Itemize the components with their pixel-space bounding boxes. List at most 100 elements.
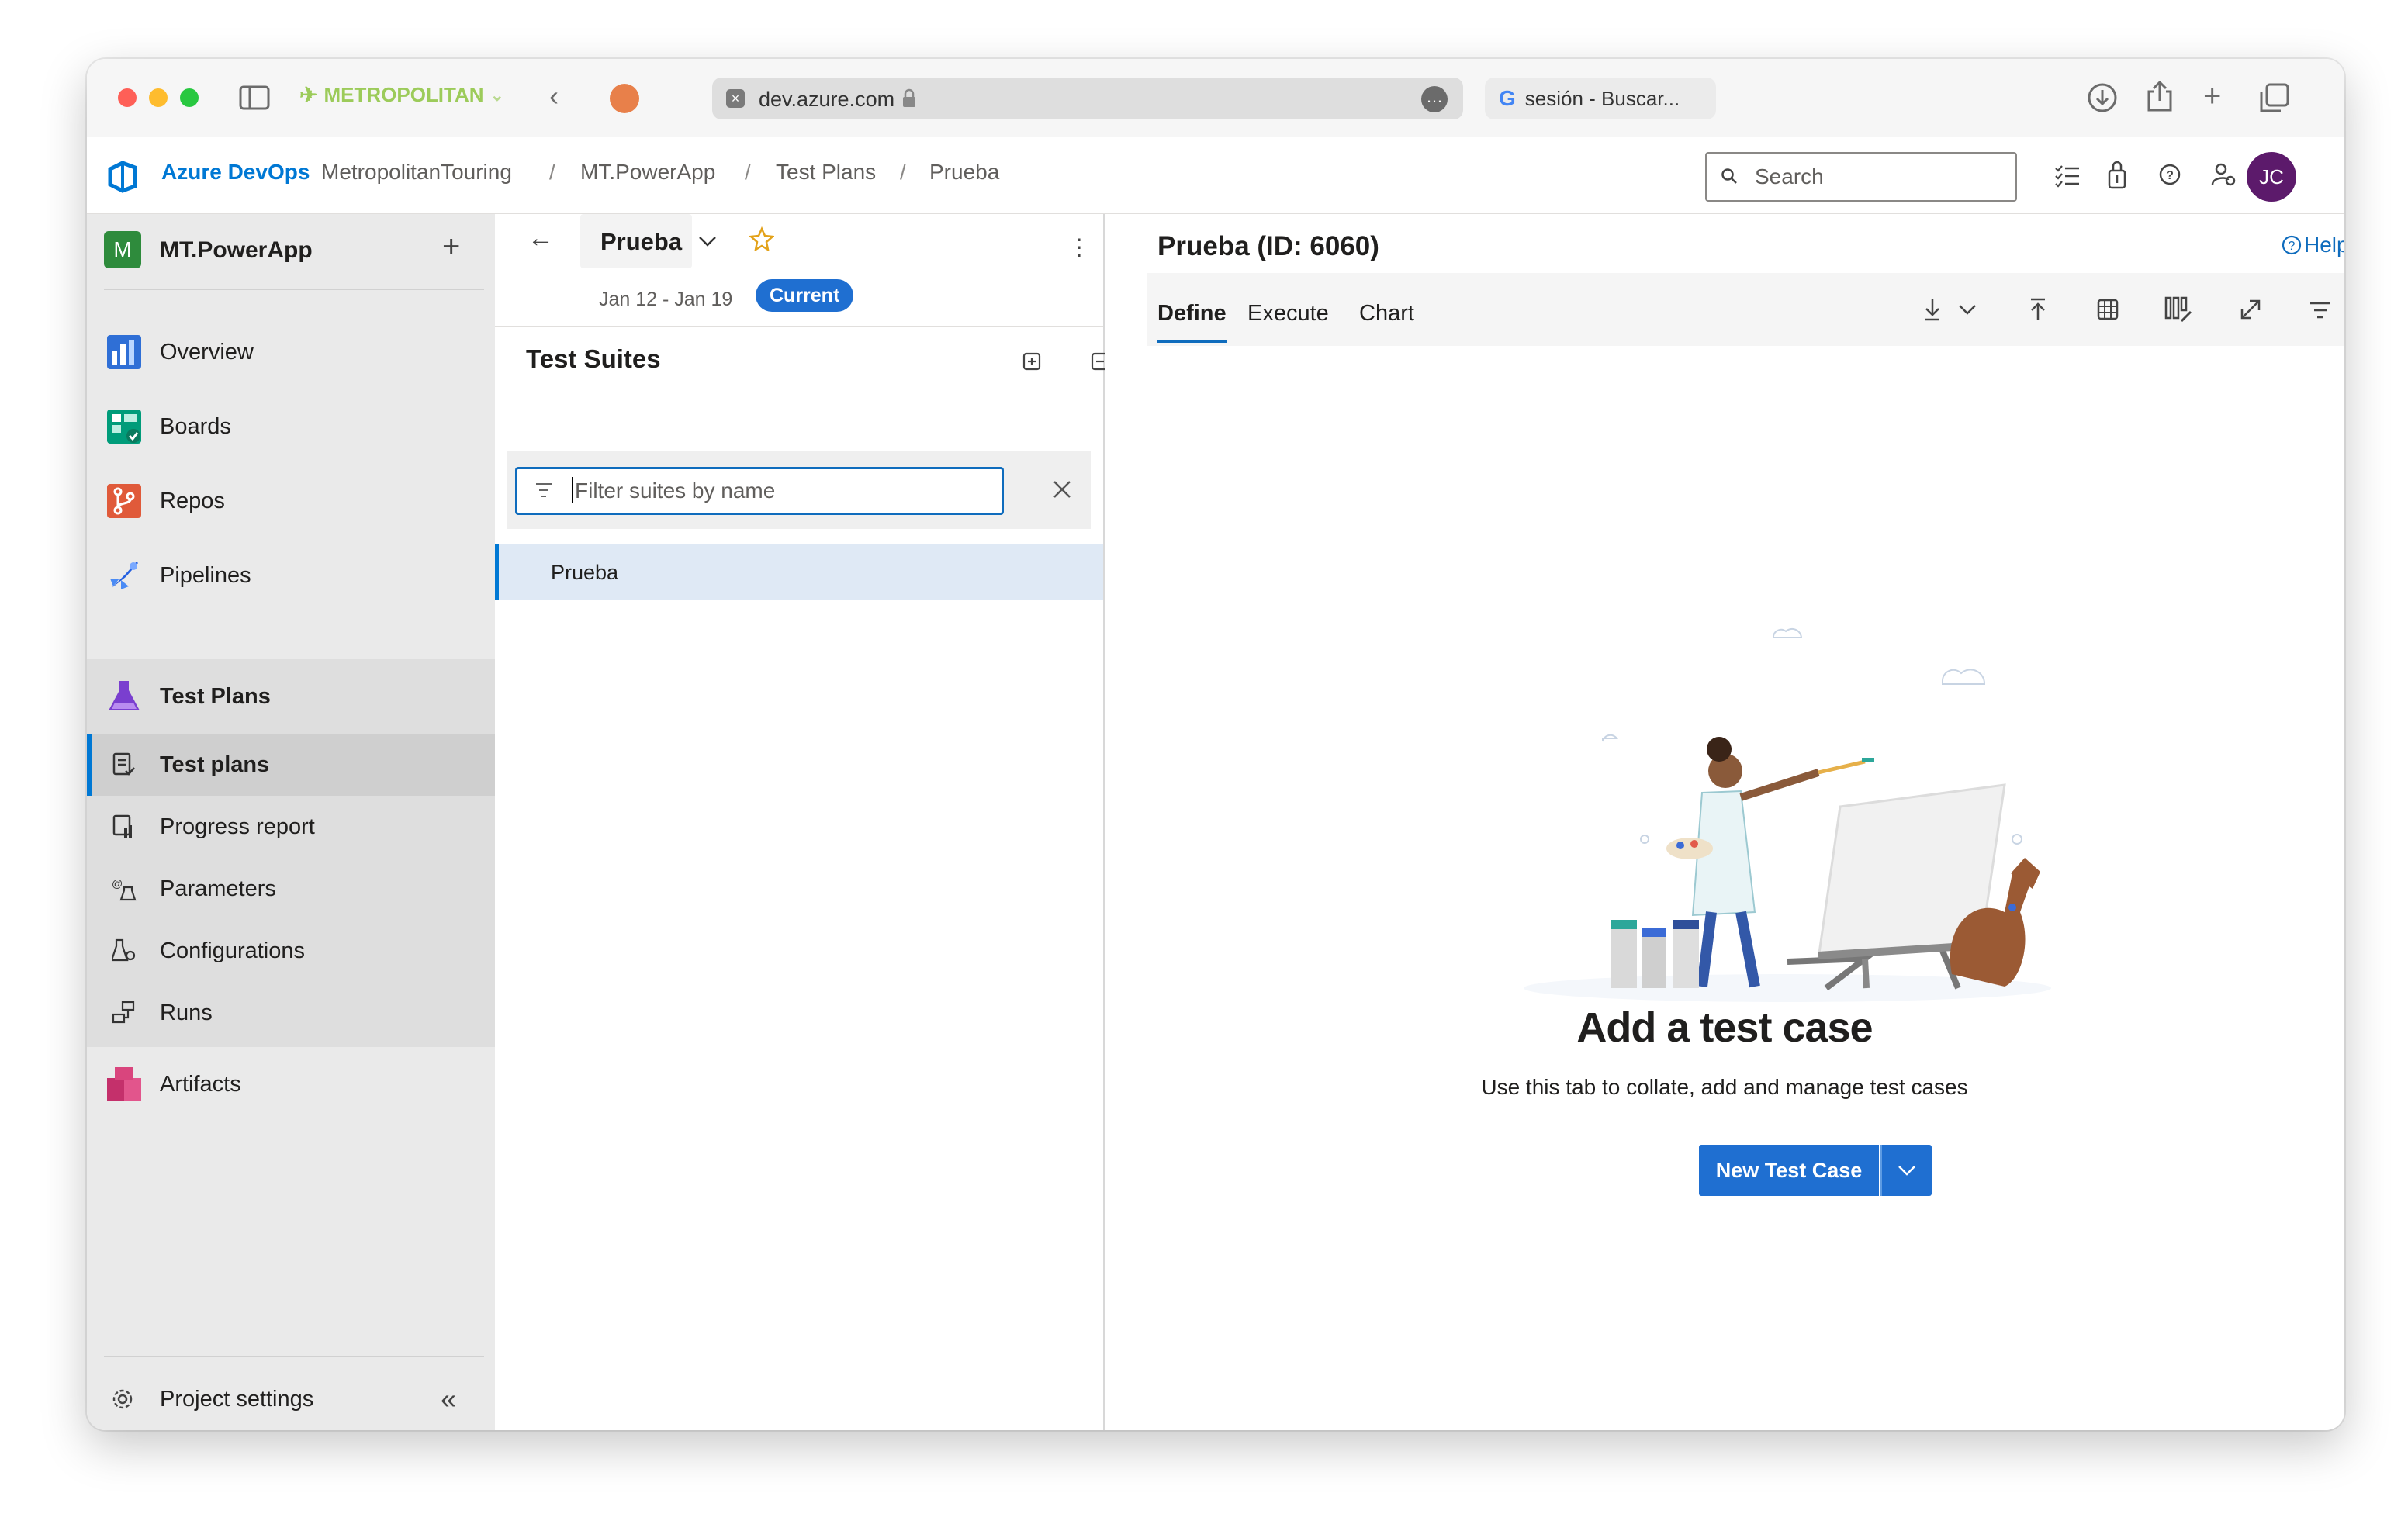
column-options-icon[interactable] <box>2164 296 2192 323</box>
breadcrumb-plan[interactable]: Prueba <box>929 160 999 185</box>
add-icon[interactable]: + <box>442 230 460 264</box>
chevron-down-icon <box>699 237 716 247</box>
tab-define[interactable]: Define <box>1157 301 1226 327</box>
avatar[interactable]: JC <box>2247 152 2296 202</box>
search-input[interactable]: Search <box>1705 152 2017 202</box>
tab-execute[interactable]: Execute <box>1247 301 1329 327</box>
active-tab-underline <box>1157 340 1227 343</box>
user-settings-icon[interactable] <box>2211 161 2237 188</box>
extension-icon[interactable] <box>610 84 639 113</box>
filter-icon <box>536 483 552 497</box>
grid-view-icon[interactable] <box>2096 298 2119 321</box>
browser-tab[interactable]: G sesión - Buscar... <box>1485 78 1716 119</box>
browser-window: ✈ METROPOLITAN ⌄ ‹ × dev.azure.com … G s… <box>87 59 2344 1430</box>
filter-icon[interactable] <box>2309 301 2332 320</box>
lock-icon <box>903 88 915 107</box>
clear-filter-icon[interactable] <box>1052 479 1072 499</box>
configurations-icon <box>112 938 136 962</box>
import-icon[interactable] <box>2028 298 2048 321</box>
address-bar[interactable]: × dev.azure.com … <box>712 78 1463 119</box>
brand-link[interactable]: Azure DevOps <box>161 160 310 185</box>
zoom-window-button[interactable] <box>180 88 199 107</box>
back-arrow-icon[interactable]: ← <box>528 223 554 254</box>
filter-suites-input[interactable]: Filter suites by name <box>515 467 1004 515</box>
back-icon[interactable]: ‹ <box>549 82 559 110</box>
test-suites-pane: ← Prueba ⋮ Jan 12 - Jan 19 Current Test … <box>495 214 1109 1430</box>
close-window-button[interactable] <box>118 88 137 107</box>
boards-icon <box>107 410 141 444</box>
parameters-icon: @ <box>112 877 137 901</box>
suite-row[interactable]: Prueba <box>495 544 1103 600</box>
url-text: dev.azure.com <box>759 88 895 111</box>
breadcrumb-test-plans[interactable]: Test Plans <box>776 160 876 185</box>
project-settings-link[interactable]: Project settings « <box>87 1370 495 1429</box>
breadcrumb-separator: / <box>900 160 906 184</box>
sidebar-subitem-parameters[interactable]: @ Parameters <box>87 858 495 920</box>
minimize-window-button[interactable] <box>149 88 168 107</box>
expand-all-icon[interactable] <box>1022 351 1043 371</box>
more-actions-icon[interactable]: ⋮ <box>1067 234 1091 261</box>
repos-icon <box>107 484 141 518</box>
sidebar-subitem-label: Parameters <box>160 876 276 901</box>
tab-overview-icon[interactable] <box>2259 82 2290 113</box>
export-icon[interactable] <box>1922 298 1943 321</box>
sidebar-item-artifacts[interactable]: Artifacts <box>87 1050 495 1118</box>
sidebar-subitem-configurations[interactable]: Configurations <box>87 920 495 982</box>
sidebar-subitem-test-plans[interactable]: Test plans <box>87 734 495 796</box>
svg-text:@: @ <box>112 877 123 890</box>
help-icon: ? <box>2282 235 2302 255</box>
sidebar-item-label: Repos <box>160 488 225 513</box>
test-plan-detail: Prueba (ID: 6060) ? Help Define Execute … <box>1105 214 2344 1430</box>
favorite-star-icon[interactable] <box>749 226 774 251</box>
divider <box>104 289 484 290</box>
sidebar-subitem-runs[interactable]: Runs <box>87 982 495 1044</box>
divider <box>104 1356 484 1357</box>
sidebar-item-pipelines[interactable]: Pipelines <box>87 541 495 610</box>
empty-state-title: Add a test case <box>1576 1004 1873 1051</box>
sidebar-item-overview[interactable]: Overview <box>87 318 495 386</box>
divider <box>495 326 1103 327</box>
sidebar-item-test-plans[interactable]: Test Plans <box>87 659 495 734</box>
breadcrumb-separator: / <box>745 160 751 184</box>
chevron-down-icon <box>1898 1166 1915 1176</box>
marketplace-icon[interactable] <box>2107 161 2127 189</box>
help-icon[interactable]: ? <box>2158 163 2181 186</box>
artifacts-icon <box>107 1067 141 1101</box>
sidebar-item-boards[interactable]: Boards <box>87 392 495 461</box>
breadcrumb-project[interactable]: MT.PowerApp <box>580 160 715 185</box>
sidebar-subitem-progress-report[interactable]: Progress report <box>87 796 495 858</box>
plan-selector[interactable]: Prueba <box>580 214 716 268</box>
browser-toolbar: ✈ METROPOLITAN ⌄ ‹ × dev.azure.com … G s… <box>87 59 2344 137</box>
more-options-icon[interactable]: … <box>1421 86 1448 112</box>
sidebar-subitem-label: Configurations <box>160 938 305 963</box>
selected-indicator <box>495 544 499 600</box>
new-test-case-button[interactable]: New Test Case <box>1699 1145 1879 1196</box>
suite-name: Prueba <box>551 561 619 584</box>
sidebar-item-label: Artifacts <box>160 1071 241 1097</box>
fullscreen-icon[interactable] <box>2239 298 2262 321</box>
tab-title: sesión - Buscar... <box>1524 86 1680 110</box>
help-link[interactable]: ? Help <box>2281 233 2344 257</box>
azure-devops-logo-icon[interactable] <box>107 160 141 194</box>
sidebar-item-repos[interactable]: Repos <box>87 467 495 535</box>
new-tab-icon[interactable]: + <box>2203 81 2221 112</box>
project-name[interactable]: MT.PowerApp <box>160 237 313 264</box>
pipelines-icon <box>110 562 138 589</box>
sidebar-item-label: Pipelines <box>160 562 251 588</box>
share-icon[interactable] <box>2146 79 2174 113</box>
gear-icon <box>112 1389 133 1409</box>
new-test-case-dropdown[interactable] <box>1880 1145 1932 1196</box>
downloads-icon[interactable] <box>2087 82 2118 113</box>
progress-report-icon <box>112 814 132 838</box>
tab-chart[interactable]: Chart <box>1359 301 1414 327</box>
chevron-down-icon[interactable] <box>1958 304 1977 315</box>
breadcrumb-org[interactable]: MetropolitanTouring <box>321 160 512 185</box>
sidebar-toggle-icon[interactable] <box>239 85 270 110</box>
work-items-icon[interactable] <box>2054 164 2081 188</box>
sidebar-item-label: Overview <box>160 339 254 365</box>
new-test-case-label: New Test Case <box>1715 1159 1863 1182</box>
profile-switcher[interactable]: ✈ METROPOLITAN ⌄ <box>299 82 504 108</box>
site-icon: × <box>726 89 745 108</box>
collapse-icon[interactable]: « <box>441 1383 456 1415</box>
plan-name: Prueba <box>600 228 683 255</box>
